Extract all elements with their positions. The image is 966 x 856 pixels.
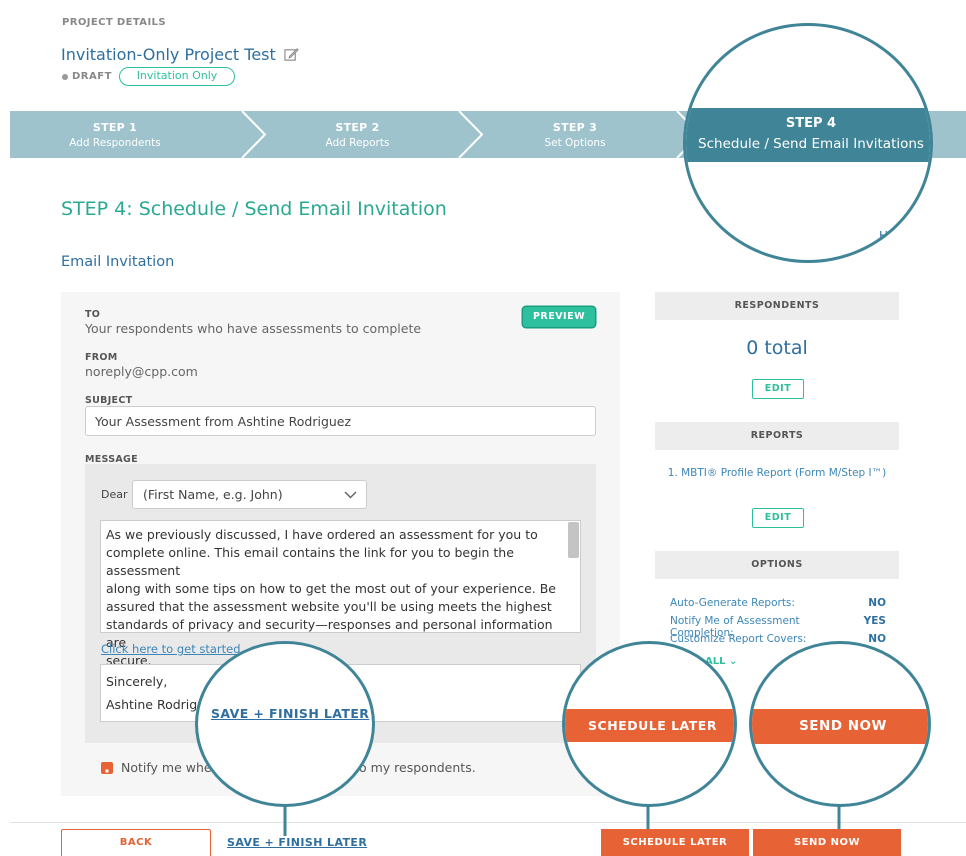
step4-callout: STEP 4 Schedule / Send Email Invitations… — [683, 23, 933, 263]
send-now-callout-label: SEND NOW — [752, 709, 928, 744]
step4-callout-fragment: H — [879, 229, 889, 243]
step4-callout-label: Schedule / Send Email Invitations — [698, 136, 924, 152]
save-finish-callout: SAVE + FINISH LATER — [195, 641, 375, 807]
step4-callout-num: STEP 4 — [785, 116, 837, 131]
send-now-callout: SEND NOW — [749, 641, 931, 807]
save-finish-callout-bg — [198, 644, 372, 691]
schedule-later-callout: SCHEDULE LATER — [562, 641, 737, 807]
save-finish-callout-label: SAVE + FINISH LATER — [211, 706, 370, 721]
schedule-later-callout-label: SCHEDULE LATER — [565, 709, 734, 742]
